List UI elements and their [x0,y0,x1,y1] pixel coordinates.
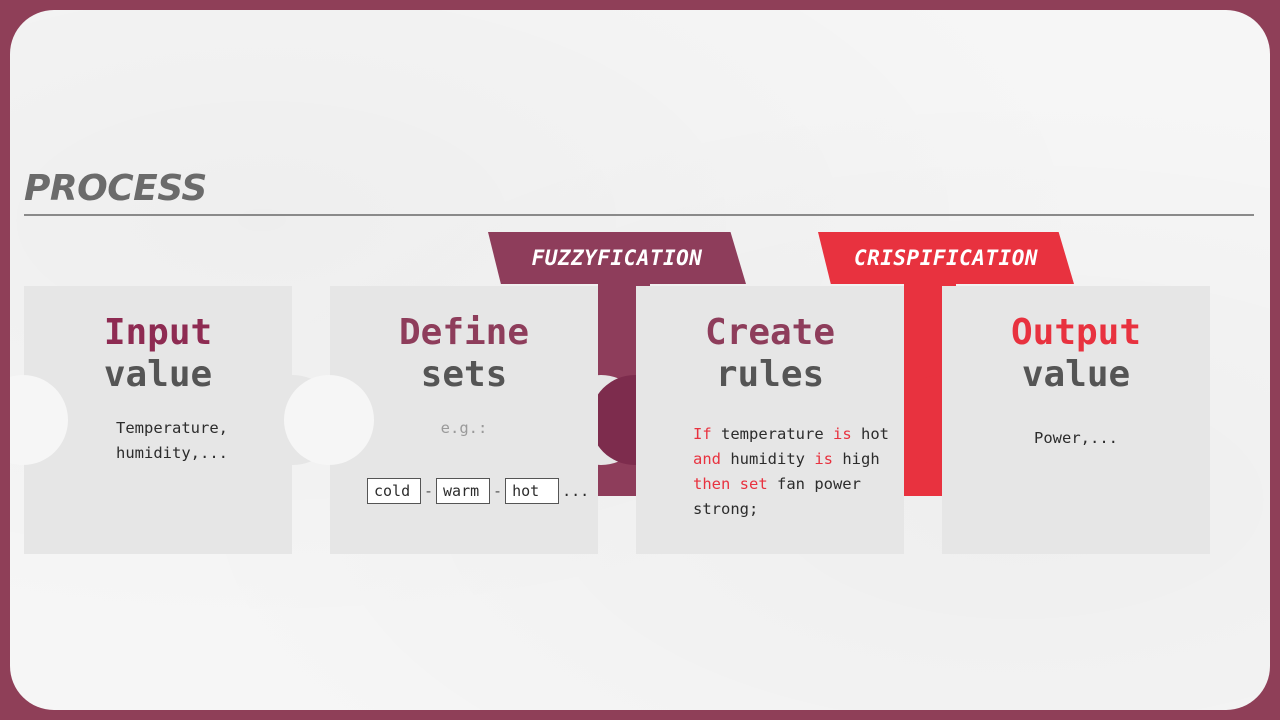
set-box-warm: warm [436,478,491,504]
step-card-output: Output value Power,... [942,286,1210,554]
step-title: Input value [24,312,292,396]
rule-line-3: then set fan power [693,472,889,497]
set-separator: - [493,482,503,500]
step-title: Create rules [636,312,904,396]
rule-text: fan power [767,475,861,493]
step-title-line2: value [103,354,213,395]
description-line: humidity,... [116,444,228,462]
rule-example: If temperature is hot and humidity is hi… [693,422,889,522]
step-title-line2: rules [715,354,825,395]
step-description: Power,... [1034,429,1118,447]
set-separator: - [424,482,434,500]
fuzzyfication-tag: FUZZYFICATION [488,232,746,284]
set-box-cold: cold [367,478,421,504]
keyword-then-set: then set [693,475,768,493]
rule-line-1: If temperature is hot [693,422,889,447]
keyword-is: is [833,425,852,443]
keyword-and: and [693,450,721,468]
step-title-line1: Input [103,312,213,353]
step-title-line1: Define [398,312,530,353]
set-ellipsis: ... [562,482,590,500]
rule-line-2: and humidity is high [693,447,889,472]
fuzzyfication-label: FUZZYFICATION [531,246,703,270]
crispification-label: CRISPIFICATION [853,246,1038,270]
title-divider [24,214,1254,216]
crispification-tag: CRISPIFICATION [818,232,1074,284]
step-title-line2: value [1021,354,1131,395]
step-title: Output value [942,312,1210,396]
rule-text: hot [851,425,889,443]
step-description: Temperature, humidity,... [116,416,228,466]
keyword-is: is [814,450,833,468]
step-title-line1: Output [1010,312,1142,353]
keyword-if: If [693,425,712,443]
set-list: cold - warm - hot ... [367,478,589,504]
puzzle-socket-define [284,375,374,465]
page-title: PROCESS [24,168,207,209]
step-title-line2: sets [420,354,508,395]
rule-line-4: strong; [693,500,759,518]
step-card-create-rules: Create rules If temperature is hot and h… [636,286,904,554]
slide-frame: PROCESS FUZZYFICATION CRISPIFICATION Inp… [10,10,1270,710]
rule-text: high [833,450,880,468]
rule-text: humidity [721,450,815,468]
step-title-line1: Create [704,312,836,353]
set-box-hot: hot [505,478,560,504]
rule-text: temperature [711,425,833,443]
description-line: Temperature, [116,419,228,437]
step-title: Define sets [330,312,598,396]
